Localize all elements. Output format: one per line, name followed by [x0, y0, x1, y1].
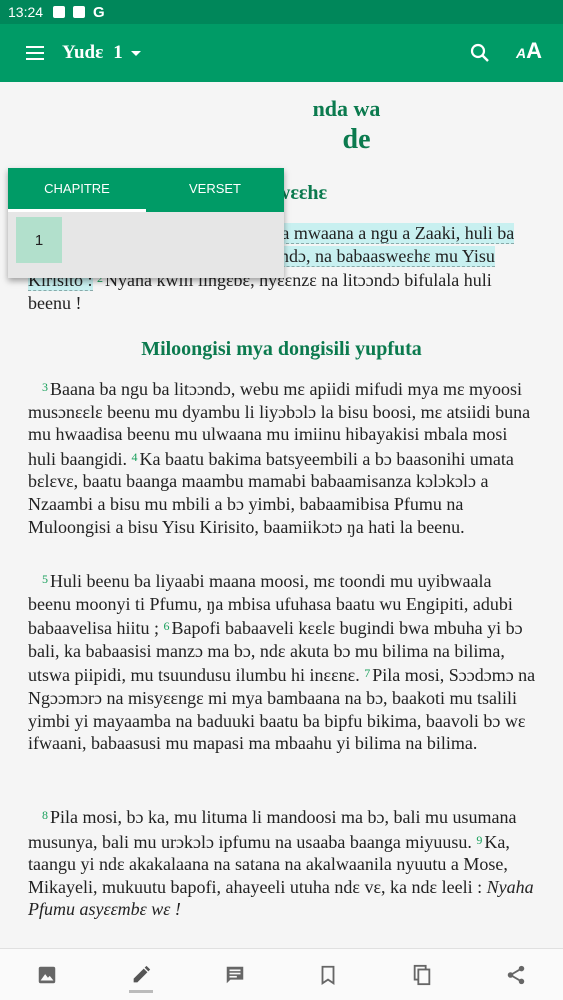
bookmark-icon	[321, 965, 335, 985]
search-icon	[470, 43, 489, 62]
share-button[interactable]	[496, 955, 536, 995]
copy-button[interactable]	[402, 955, 442, 995]
font-size-button[interactable]: AA	[516, 38, 542, 64]
verse-number: 7	[364, 666, 371, 681]
verse-number: 6	[163, 619, 170, 634]
book-title: de	[342, 124, 371, 155]
menu-icon	[26, 46, 44, 60]
paragraph-2: 3 Baana ba ngu ba litɔɔndɔ, webu mɛ apiid…	[28, 376, 538, 538]
chapter-number: 1	[113, 42, 123, 63]
tab-chapitre[interactable]: CHAPITRE	[8, 168, 146, 212]
search-button[interactable]	[468, 41, 492, 65]
font-size-icon: AA	[516, 38, 543, 63]
image-icon	[38, 966, 56, 983]
reading-pane[interactable]: nda wa de Mabwɛɛhɛ 1 Yude, musalili a Yi…	[0, 82, 563, 948]
verse-number: 4	[131, 449, 138, 464]
verse-number: 8	[42, 808, 48, 822]
chapter-cell[interactable]: 1	[16, 217, 62, 263]
book-name: Yudɛ	[62, 42, 104, 63]
book-chapter-selector[interactable]: Yudɛ 1	[62, 42, 141, 64]
bottom-toolbar	[0, 948, 563, 1000]
comment-icon	[226, 966, 243, 983]
app-bar: Yudɛ 1 AA	[0, 24, 563, 82]
status-bar: 13:24 G	[0, 0, 563, 24]
verse-text[interactable]: Pila mosi, bɔ ka, mu lituma li mandoosi …	[28, 807, 516, 852]
paragraph-3: 5 Huli beenu ba liyaabi maana moosi, mɛ t…	[28, 568, 538, 755]
bookmark-button[interactable]	[308, 955, 348, 995]
image-button[interactable]	[27, 955, 67, 995]
image-icon	[53, 6, 66, 18]
section-heading: Miloongisi mya dongisili yupfuta	[141, 338, 422, 360]
chapter-verse-picker: CHAPITRE VERSET 1	[8, 168, 284, 278]
comment-button[interactable]	[215, 955, 255, 995]
verse-number: 3	[42, 380, 48, 394]
copy-icon	[413, 964, 431, 985]
status-time: 13:24	[8, 4, 44, 20]
chevron-down-icon	[130, 50, 141, 56]
edit-button[interactable]	[121, 955, 161, 995]
tab-verset[interactable]: VERSET	[146, 168, 284, 212]
verse-number: 9	[476, 832, 483, 847]
share-icon	[507, 965, 525, 984]
menu-button[interactable]	[0, 24, 70, 82]
picker-tabs: CHAPITRE VERSET	[8, 168, 284, 212]
book-title-line: nda wa	[312, 96, 381, 121]
edit-icon	[133, 965, 150, 982]
paragraph-4: 8 Pila mosi, bɔ ka, mu lituma li mandoosi…	[28, 804, 538, 921]
verse-number: 5	[42, 572, 48, 586]
google-icon: G	[93, 3, 105, 21]
font-icon	[73, 6, 86, 18]
